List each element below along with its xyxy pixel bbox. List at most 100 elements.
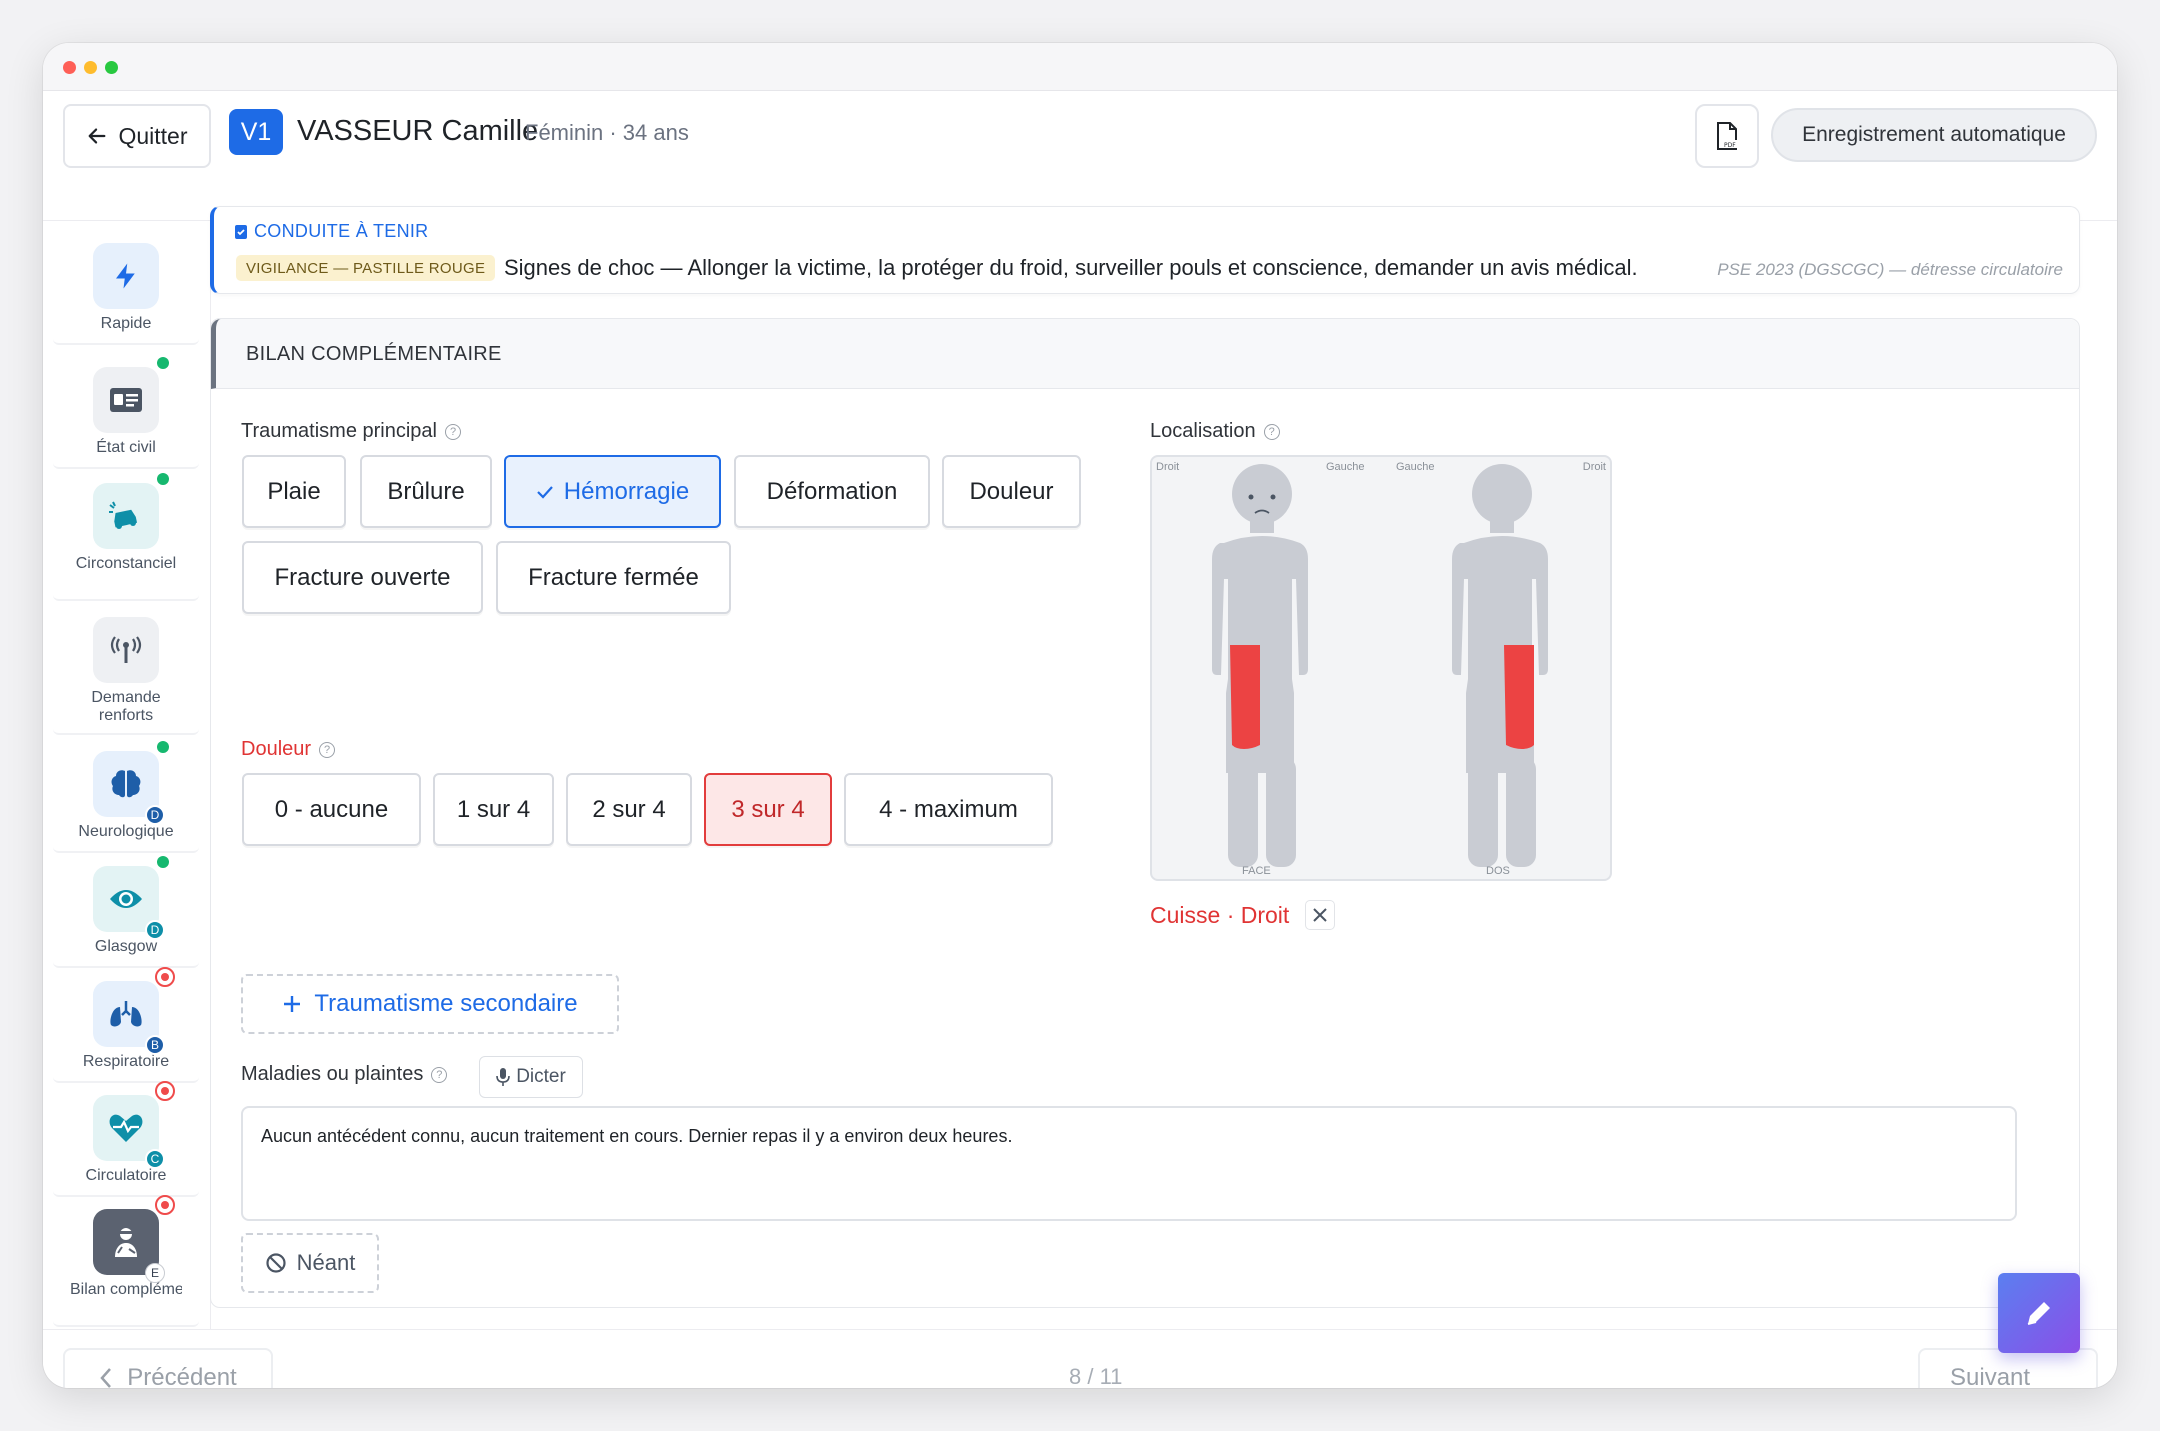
sidebar-icon-box: E xyxy=(93,1195,175,1283)
quit-label: Quitter xyxy=(118,122,188,149)
sidebar-item-etat-civil[interactable]: État civil xyxy=(53,357,199,469)
previous-label: Précédent xyxy=(127,1364,237,1388)
sidebar-item-label: Glasgow xyxy=(94,938,158,955)
alert-source: PSE 2023 (DGSCGC) — détresse circulatoir… xyxy=(1717,260,2063,279)
trauma-option-fracture-ouverte[interactable]: Fracture ouverte xyxy=(242,541,483,614)
sidebar-item-glasgow[interactable]: D Glasgow xyxy=(53,856,199,968)
pain-option-1[interactable]: 1 sur 4 xyxy=(433,773,554,846)
clear-location-button[interactable] xyxy=(1305,900,1336,930)
abcde-badge: D xyxy=(145,920,165,940)
dictate-button[interactable]: Dicter xyxy=(479,1056,583,1098)
trauma-option-fracture-fermee[interactable]: Fracture fermée xyxy=(496,541,731,614)
status-ok-dot xyxy=(157,473,169,485)
face-caption: FACE xyxy=(1242,865,1271,877)
previous-button[interactable]: Précédent xyxy=(63,1348,273,1388)
sidebar-item-demande-renforts[interactable]: Demande renforts xyxy=(53,617,199,735)
next-button[interactable]: Suivant xyxy=(1918,1348,2098,1388)
lightning-icon xyxy=(116,263,135,289)
complaints-textarea[interactable]: Aucun antécédent connu, aucun traitement… xyxy=(241,1106,2017,1221)
quit-button[interactable]: Quitter xyxy=(63,104,211,168)
sidebar-icon-box: C xyxy=(93,1081,175,1169)
injured-person-icon xyxy=(115,1228,137,1257)
victim-badge: V1 xyxy=(229,109,283,155)
sidebar-item-label: Circonstanciel xyxy=(75,555,177,572)
section-sidebar: Rapide État civil Circonstanciel Demande… xyxy=(43,221,211,1329)
pain-option-0[interactable]: 0 - aucune xyxy=(242,773,421,846)
pain-option-2[interactable]: 2 sur 4 xyxy=(566,773,692,846)
status-ok-dot xyxy=(157,856,169,868)
pain-option-3[interactable]: 3 sur 4 xyxy=(704,773,832,846)
selected-location: Cuisse · Droit xyxy=(1150,900,1336,930)
body-map[interactable]: Droit Gauche Gauche Droit FACE DOS xyxy=(1150,455,1612,881)
sidebar-item-label: Respiratoire xyxy=(82,1053,170,1070)
chevron-left-icon xyxy=(100,1368,112,1388)
zoom-window-button[interactable] xyxy=(105,61,118,74)
conduct-alert: CONDUITE À TENIR VIGILANCE — PASTILLE RO… xyxy=(210,206,2080,294)
app-header: Quitter V1 VASSEUR Camille Féminin · 34 … xyxy=(43,91,2117,221)
clipboard-check-icon xyxy=(235,225,247,239)
sidebar-icon-box xyxy=(93,243,159,309)
add-secondary-trauma-button[interactable]: Traumatisme secondaire xyxy=(241,974,619,1034)
status-ok-dot xyxy=(157,357,169,369)
heart-pulse-icon xyxy=(109,1114,143,1142)
sidebar-item-label: Neurologique xyxy=(78,823,174,840)
lungs-icon xyxy=(110,1001,142,1027)
abcde-badge: C xyxy=(145,1149,165,1169)
status-alert-dot xyxy=(155,1195,175,1215)
close-window-button[interactable] xyxy=(63,61,76,74)
ban-icon xyxy=(266,1253,286,1273)
help-icon[interactable]: ? xyxy=(319,741,336,758)
autosave-button[interactable]: Enregistrement automatique xyxy=(1771,108,2097,162)
pain-option-4[interactable]: 4 - maximum xyxy=(844,773,1053,846)
patient-meta: Féminin · 34 ans xyxy=(525,120,689,145)
sidebar-item-respiratoire[interactable]: B Respiratoire xyxy=(53,967,199,1083)
title-bar xyxy=(43,43,2117,91)
trauma-option-deformation[interactable]: Déformation xyxy=(734,455,930,528)
abcde-badge: D xyxy=(145,805,165,825)
sidebar-icon-box: D xyxy=(93,741,169,825)
add-secondary-label: Traumatisme secondaire xyxy=(314,990,578,1017)
sidebar-item-bilan-complementaire[interactable]: E Bilan complémen… xyxy=(53,1195,199,1327)
pdf-file-icon: PDF xyxy=(1717,122,1737,150)
alert-text: Signes de choc — Allonger la victime, la… xyxy=(504,255,1638,280)
arrow-left-icon xyxy=(89,128,106,144)
none-button[interactable]: Néant xyxy=(241,1233,379,1293)
section-title: BILAN COMPLÉMENTAIRE xyxy=(246,343,502,365)
complaints-label: Maladies ou plaintes xyxy=(241,1063,424,1085)
trauma-option-douleur[interactable]: Douleur xyxy=(942,455,1081,528)
sidebar-item-neurologique[interactable]: D Neurologique xyxy=(53,741,199,853)
status-ok-dot xyxy=(157,741,169,753)
right-thigh-back-highlight xyxy=(1504,645,1534,749)
complaints-label-row: Maladies ou plaintes ? xyxy=(241,1063,448,1086)
patient-name: VASSEUR Camille xyxy=(297,115,539,147)
sidebar-item-circonstanciel[interactable]: Circonstanciel xyxy=(53,473,199,601)
abcde-badge: E xyxy=(145,1263,165,1283)
help-icon[interactable]: ? xyxy=(445,423,461,440)
pain-label: Douleur xyxy=(241,738,312,760)
svg-text:PDF: PDF xyxy=(1724,142,1736,149)
microphone-icon xyxy=(496,1068,510,1086)
abcde-badge: B xyxy=(145,1035,165,1055)
alert-title: CONDUITE À TENIR xyxy=(254,221,429,241)
minimize-window-button[interactable] xyxy=(84,61,97,74)
help-icon[interactable]: ? xyxy=(431,1066,448,1083)
sidebar-icon-box xyxy=(93,473,169,549)
help-icon[interactable]: ? xyxy=(1263,423,1280,440)
sidebar-item-label: Demande renforts xyxy=(91,689,161,724)
alert-title-row: CONDUITE À TENIR xyxy=(234,221,428,242)
dictate-label: Dicter xyxy=(516,1066,566,1087)
sidebar-item-label: État civil xyxy=(96,439,156,456)
close-icon xyxy=(1313,908,1328,922)
localisation-label-row: Localisation ? xyxy=(1150,420,1280,443)
trauma-option-label: Hémorragie xyxy=(563,477,690,505)
sidebar-item-rapide[interactable]: Rapide xyxy=(53,243,199,345)
sidebar-item-circulatoire[interactable]: C Circulatoire xyxy=(53,1081,199,1197)
trauma-option-plaie[interactable]: Plaie xyxy=(242,455,346,528)
trauma-option-brulure[interactable]: Brûlure xyxy=(360,455,492,528)
trauma-option-hemorragie[interactable]: Hémorragie xyxy=(504,455,721,528)
pdf-export-button[interactable]: PDF xyxy=(1695,104,1759,168)
next-label: Suivant xyxy=(1950,1364,2031,1388)
status-alert-dot xyxy=(155,967,175,987)
edit-fab-button[interactable] xyxy=(1998,1273,2080,1353)
status-alert-dot xyxy=(155,1081,175,1101)
